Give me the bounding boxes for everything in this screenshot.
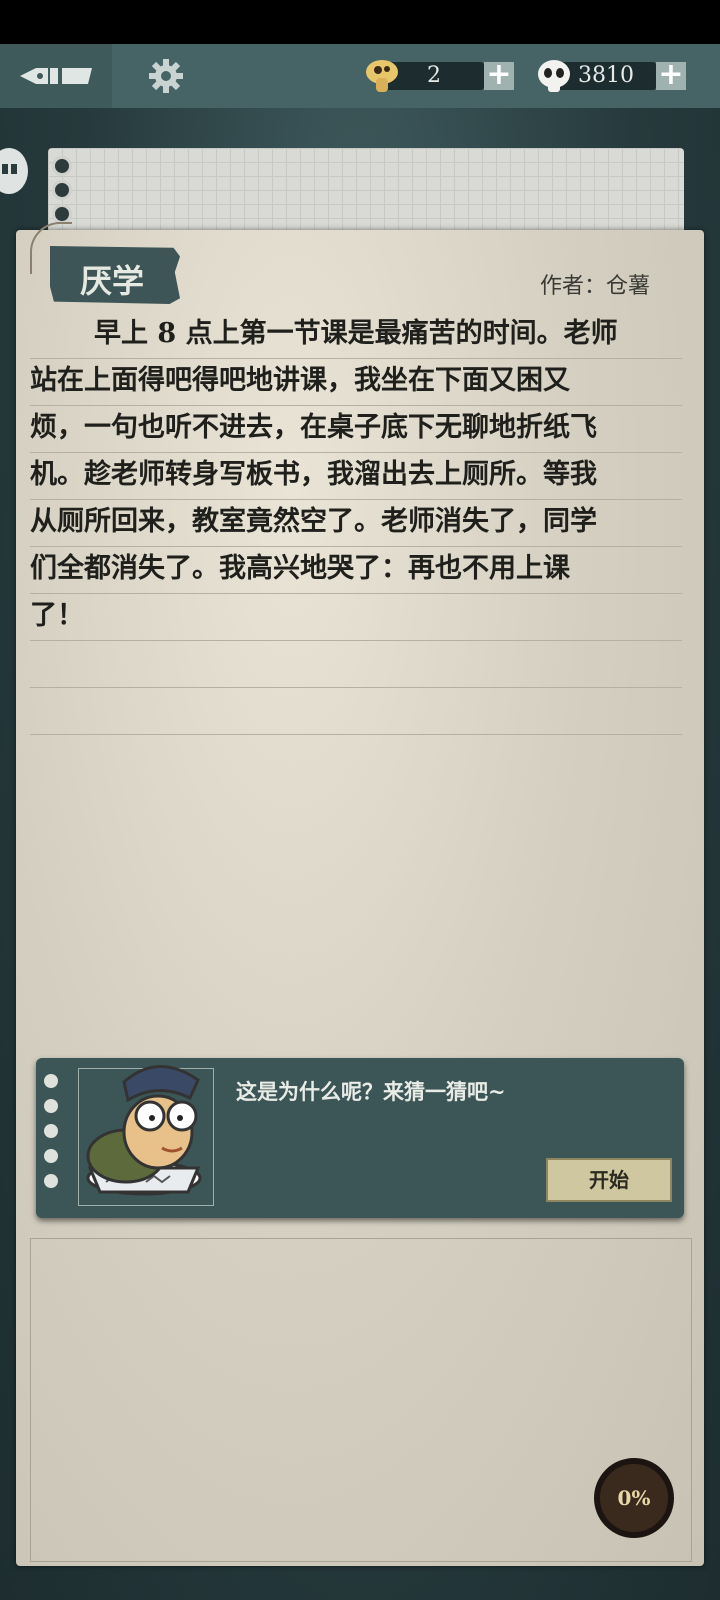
blank-line: [30, 641, 682, 688]
back-notebook-page: [48, 148, 684, 238]
progress-indicator: 0%: [594, 1458, 674, 1538]
panda-coin-icon: [538, 60, 570, 92]
blank-line: [30, 688, 682, 735]
story-line: 烦，一句也听不进去，在桌子底下无聊地折纸飞: [30, 406, 682, 453]
answer-area: [30, 1238, 692, 1562]
add-coin-button[interactable]: +: [656, 60, 686, 90]
add-mushroom-button[interactable]: +: [484, 60, 514, 90]
story-title-tag: 厌学: [50, 246, 180, 304]
story-line: 早上 8 点上第一节课是最痛苦的时间。老师: [30, 312, 682, 359]
story-line: 从厕所回来，教室竟然空了。老师消失了，同学: [30, 500, 682, 547]
pen-back-icon: [20, 68, 92, 84]
side-menu-tab[interactable]: [0, 148, 28, 194]
top-bar: 2 + 3810 +: [0, 44, 720, 108]
story-line: 们全都消失了。我高兴地哭了：再也不用上课: [30, 547, 682, 594]
mushroom-icon: [366, 60, 398, 92]
story-line: 机。趁老师转身写板书，我溜出去上厕所。等我: [30, 453, 682, 500]
status-bar: [0, 0, 720, 44]
story-author: 作者：仓薯: [539, 274, 650, 299]
turtle-mascot-icon: [86, 1065, 202, 1196]
dialog-rings: [44, 1074, 58, 1199]
coin-counter: 3810 +: [536, 60, 688, 92]
story-title: 厌学: [80, 262, 145, 300]
mushroom-counter: 2 +: [364, 60, 516, 92]
story-text: 早上 8 点上第一节课是最痛苦的时间。老师 站在上面得吧得吧地讲课，我坐在下面又…: [30, 312, 682, 735]
story-line: 了！: [30, 594, 682, 641]
guess-question: 这是为什么呢？来猜一猜吧~: [236, 1079, 506, 1104]
start-button[interactable]: 开始: [546, 1158, 672, 1202]
settings-gear-icon[interactable]: [148, 58, 184, 94]
story-line: 站在上面得吧得吧地讲课，我坐在下面又困又: [30, 359, 682, 406]
back-button[interactable]: [0, 44, 112, 108]
